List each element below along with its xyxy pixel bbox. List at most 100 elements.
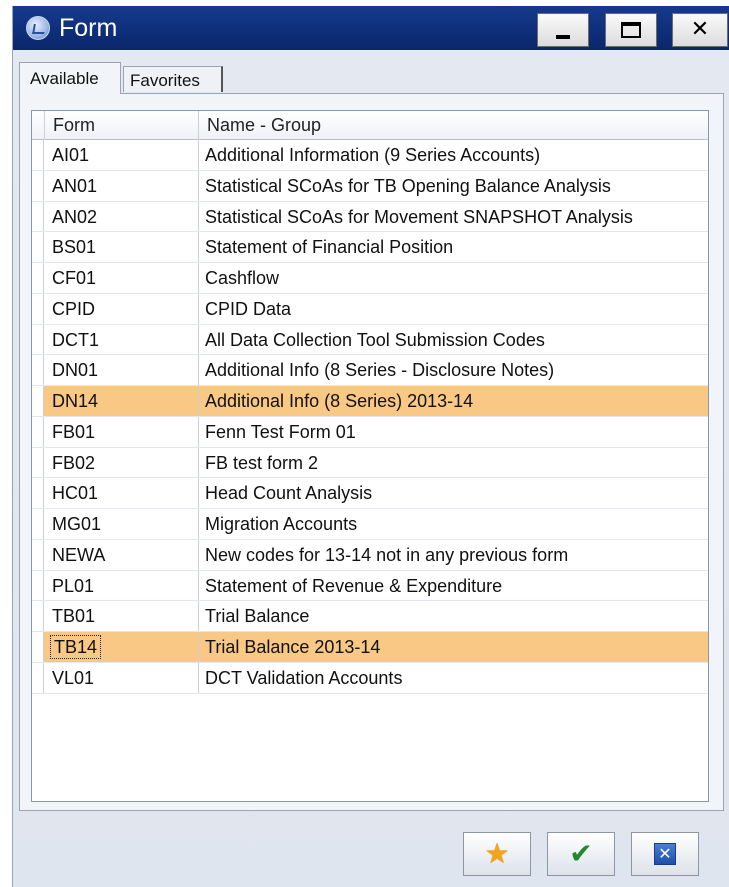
column-header-name-group[interactable]: Name - Group xyxy=(199,111,708,140)
name-group-cell[interactable]: Additional Info (8 Series - Disclosure N… xyxy=(199,355,708,385)
table-row[interactable]: AN01 Statistical SCoAs for TB Opening Bal… xyxy=(32,170,708,202)
row-header-cell[interactable] xyxy=(32,170,44,201)
row-header-cell[interactable] xyxy=(32,447,44,478)
table-row[interactable]: DN01 Additional Info (8 Series - Disclosu… xyxy=(32,355,708,386)
form-code-cell[interactable]: FB02 xyxy=(44,447,199,478)
form-code: AN02 xyxy=(52,206,98,227)
row-header-cell[interactable] xyxy=(32,570,44,601)
form-code-cell[interactable]: DN01 xyxy=(44,355,199,385)
row-header-cell[interactable] xyxy=(32,662,44,693)
form-code-cell[interactable]: PL01 xyxy=(44,570,199,601)
table-row[interactable]: AN02 Statistical SCoAs for Movement SNAPS… xyxy=(32,201,708,233)
tab-favorites[interactable]: Favorites xyxy=(123,66,223,92)
form-code: CPID xyxy=(52,298,96,319)
row-header-cell[interactable] xyxy=(32,601,44,631)
name-group-cell[interactable]: Statistical SCoAs for Movement SNAPSHOT … xyxy=(199,202,708,232)
form-code-cell[interactable]: BS01 xyxy=(44,232,199,262)
form-code-cell[interactable]: DN14 xyxy=(44,386,199,416)
maximize-icon xyxy=(621,22,641,38)
form-code-cell[interactable]: CPID xyxy=(44,293,199,324)
form-code-cell[interactable]: HC01 xyxy=(44,478,199,508)
close-icon: ✕ xyxy=(690,17,710,42)
ok-button[interactable]: ✔ xyxy=(547,832,615,876)
form-code-cell[interactable]: CF01 xyxy=(44,263,199,293)
form-code-cell[interactable]: TB14 xyxy=(44,632,199,662)
form-code-cell[interactable]: AN01 xyxy=(44,170,199,201)
name-group-cell[interactable]: Head Count Analysis xyxy=(199,478,708,508)
table-row[interactable]: TB14 Trial Balance 2013-14 xyxy=(32,632,708,663)
form-code: DCT1 xyxy=(52,329,100,350)
table-row[interactable]: FB02 FB test form 2 xyxy=(32,447,708,479)
name-group-cell[interactable]: Fenn Test Form 01 xyxy=(199,417,708,447)
table-row[interactable]: PL01 Statement of Revenue & Expenditure xyxy=(32,570,708,602)
table-row[interactable]: FB01 Fenn Test Form 01 xyxy=(32,416,708,448)
column-header-form[interactable]: Form xyxy=(44,111,199,140)
table-row[interactable]: NEWA New codes for 13-14 not in any previ… xyxy=(32,539,708,571)
form-code-cell[interactable]: FB01 xyxy=(44,416,199,447)
row-header-column xyxy=(32,111,44,139)
row-header-cell[interactable] xyxy=(32,140,44,170)
form-code-cell[interactable]: AI01 xyxy=(44,140,199,170)
row-header-cell[interactable] xyxy=(32,263,44,293)
row-header-cell[interactable] xyxy=(32,324,44,355)
row-header-cell[interactable] xyxy=(32,478,44,508)
name-group-cell[interactable]: Trial Balance xyxy=(199,601,708,631)
grid-header: Form Name - Group xyxy=(32,111,708,140)
grid-rows: AI01 Additional Information (9 Series Acc… xyxy=(32,140,708,694)
name-group-cell[interactable]: Statement of Financial Position xyxy=(199,232,708,262)
row-header-cell[interactable] xyxy=(32,232,44,262)
cancel-button[interactable]: ✕ xyxy=(631,832,699,876)
table-row[interactable]: CPID CPID Data xyxy=(32,293,708,325)
row-header-cell[interactable] xyxy=(32,632,44,662)
name-group-cell[interactable]: Statement of Revenue & Expenditure xyxy=(199,571,708,601)
name-group-cell[interactable]: Additional Info (8 Series) 2013-14 xyxy=(199,386,708,416)
table-row[interactable]: DN14 Additional Info (8 Series) 2013-14 xyxy=(32,386,708,417)
form-code-cell[interactable]: VL01 xyxy=(44,662,199,693)
row-header-cell[interactable] xyxy=(32,355,44,385)
forms-grid[interactable]: Form Name - Group AI01 Additional Informa… xyxy=(31,110,709,802)
table-row[interactable]: BS01 Statement of Financial Position xyxy=(32,232,708,263)
add-favorite-button[interactable]: ★ xyxy=(463,832,531,876)
form-code: TB14 xyxy=(49,635,102,659)
row-header-cell[interactable] xyxy=(32,509,44,539)
form-code: AN01 xyxy=(52,175,98,196)
form-code-cell[interactable]: AN02 xyxy=(44,201,199,232)
name-group-cell[interactable]: DCT Validation Accounts xyxy=(199,663,708,693)
form-code-cell[interactable]: NEWA xyxy=(44,539,199,570)
row-header-cell[interactable] xyxy=(32,416,44,447)
row-header-cell[interactable] xyxy=(32,539,44,570)
table-row[interactable]: VL01 DCT Validation Accounts xyxy=(32,662,708,694)
minimize-button[interactable] xyxy=(537,13,589,47)
form-code-cell[interactable]: TB01 xyxy=(44,601,199,631)
window-title: Form xyxy=(59,14,118,42)
table-row[interactable]: CF01 Cashflow xyxy=(32,263,708,294)
form-code: FB01 xyxy=(52,421,96,442)
close-button[interactable]: ✕ xyxy=(672,13,728,47)
row-header-cell[interactable] xyxy=(32,386,44,416)
name-group-cell[interactable]: Cashflow xyxy=(199,263,708,293)
name-group-cell[interactable]: Additional Information (9 Series Account… xyxy=(199,140,708,170)
name-group-cell[interactable]: Trial Balance 2013-14 xyxy=(199,632,708,662)
name-group-cell[interactable]: New codes for 13-14 not in any previous … xyxy=(199,540,708,570)
row-header-cell[interactable] xyxy=(32,293,44,324)
name-group-cell[interactable]: Migration Accounts xyxy=(199,509,708,539)
table-row[interactable]: DCT1 All Data Collection Tool Submission … xyxy=(32,324,708,356)
form-code-cell[interactable]: MG01 xyxy=(44,509,199,539)
name-group-cell[interactable]: FB test form 2 xyxy=(199,448,708,478)
table-row[interactable]: HC01 Head Count Analysis xyxy=(32,478,708,509)
name-group-cell[interactable]: All Data Collection Tool Submission Code… xyxy=(199,325,708,355)
tab-available[interactable]: Available xyxy=(19,62,121,94)
table-row[interactable]: AI01 Additional Information (9 Series Acc… xyxy=(32,140,708,171)
form-code: HC01 xyxy=(52,483,99,504)
table-row[interactable]: TB01 Trial Balance xyxy=(32,601,708,632)
form-code: PL01 xyxy=(52,575,95,596)
form-code: DN01 xyxy=(52,360,99,381)
table-row[interactable]: MG01 Migration Accounts xyxy=(32,509,708,540)
title-bar[interactable]: Form ✕ xyxy=(13,6,729,50)
name-group-cell[interactable]: CPID Data xyxy=(199,294,708,324)
name-group-cell[interactable]: Statistical SCoAs for TB Opening Balance… xyxy=(199,171,708,201)
form-code-cell[interactable]: DCT1 xyxy=(44,324,199,355)
row-header-cell[interactable] xyxy=(32,201,44,232)
maximize-button[interactable] xyxy=(605,13,657,47)
dialog-body: Available Favorites Form Name - Group AI… xyxy=(13,50,729,887)
